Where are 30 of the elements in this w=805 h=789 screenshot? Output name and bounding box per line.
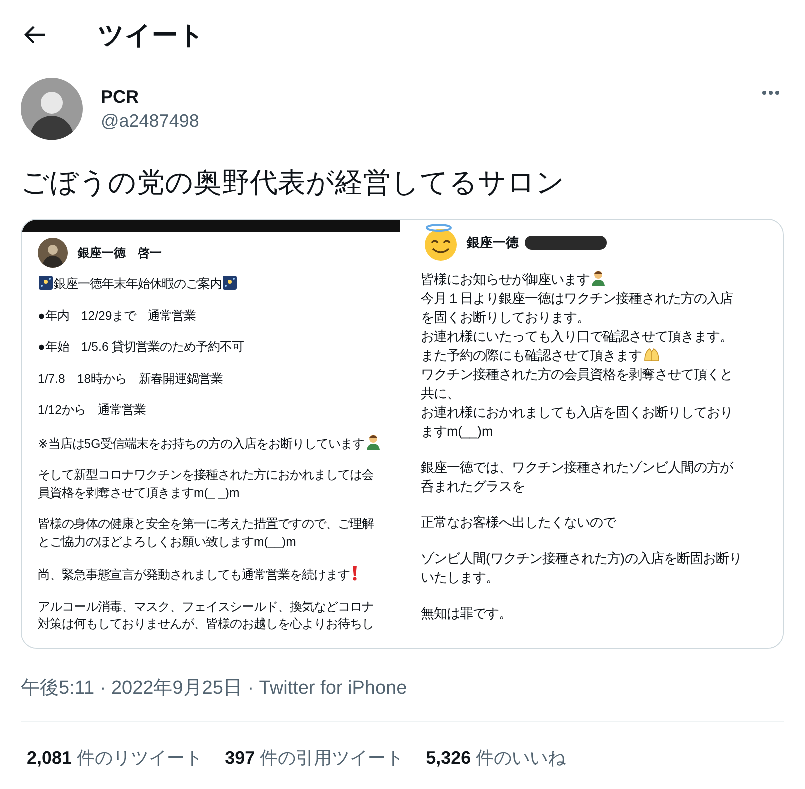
post-text: 1/12から 通常営業 bbox=[38, 403, 146, 417]
post-text: お連れ様にいたっても入り口で確認させて頂きます。 bbox=[421, 329, 733, 344]
post-text: 尚、緊急事態宣言が発動されましても通常営業を続けます bbox=[38, 568, 350, 582]
post-text: ワクチン接種された方の会員資格を剥奪させて頂くと共に、 bbox=[421, 367, 733, 401]
post-text: 銀座一徳年末年始休暇のご案内 bbox=[54, 277, 222, 291]
author-handle[interactable]: @a2487498 bbox=[101, 110, 744, 132]
post-text: ※当店は5G受信端末をお持ちの方の入店をお断りしています bbox=[38, 436, 365, 450]
stat-link[interactable]: 397 件の引用ツイート bbox=[225, 746, 404, 770]
post-text: 1/7.8 18時から 新春開運鍋営業 bbox=[38, 372, 224, 386]
post-text: 皆様の身体の健康と安全を第一に考えた措置ですので、ご理解とご協力のほどよろしくお願い致しますm(__)m bbox=[38, 517, 374, 548]
page-title: ツイート bbox=[98, 18, 205, 52]
post-text: ゾンビ人間(ワクチン接種された方)の入店を断固お断りいたします。 bbox=[421, 551, 742, 585]
stat-link[interactable]: 2,081 件のリツイート bbox=[27, 746, 204, 770]
post-text: ●年内 12/29まで 通常営業 bbox=[38, 308, 196, 322]
post-text: 銀座一徳では、ワクチン接種されたゾンビ人間の方が呑まれたグラスを bbox=[421, 460, 733, 494]
post-text: アルコール消毒、マスク、フェイスシールド、換気などコロナ対策は何もしておりませんが、皆様のお越しを心よりお待ちし bbox=[38, 600, 374, 631]
post-author: 銀座一徳 啓一 bbox=[78, 244, 162, 262]
post-text: 無知は罪です。 bbox=[421, 606, 512, 621]
tweet-text: ごぼうの党の奥野代表が経営してるサロン bbox=[21, 166, 566, 200]
post-text: ●年始 1/5.6 貸切営業のため予約不可 bbox=[38, 340, 244, 354]
post-author: 銀座一徳 bbox=[467, 234, 519, 252]
post-text: 皆様にお知らせが御座います bbox=[421, 272, 590, 287]
stat-link[interactable]: 5,326 件のいいね bbox=[426, 746, 566, 770]
post-text: お連れ様におかれましても入店を固くお断りしておりますm(__)m bbox=[421, 405, 733, 439]
tweet-timestamp[interactable]: 午後5:11 · 2022年9月25日 · Twitter for iPhone bbox=[21, 675, 784, 722]
author-name[interactable]: PCR bbox=[101, 86, 744, 108]
post-text: 正常なお客様へ出したくないので bbox=[421, 515, 616, 530]
post-text: また予約の際にも確認させて頂きます bbox=[421, 348, 642, 363]
post-text: そして新型コロナワクチンを接種された方におかれましては会員資格を剥奪させて頂きますm(_ _)m bbox=[38, 468, 374, 500]
post-text: 今月１日より銀座一徳はワクチン接種された方の入店を固くお断りしております。 bbox=[421, 291, 733, 325]
